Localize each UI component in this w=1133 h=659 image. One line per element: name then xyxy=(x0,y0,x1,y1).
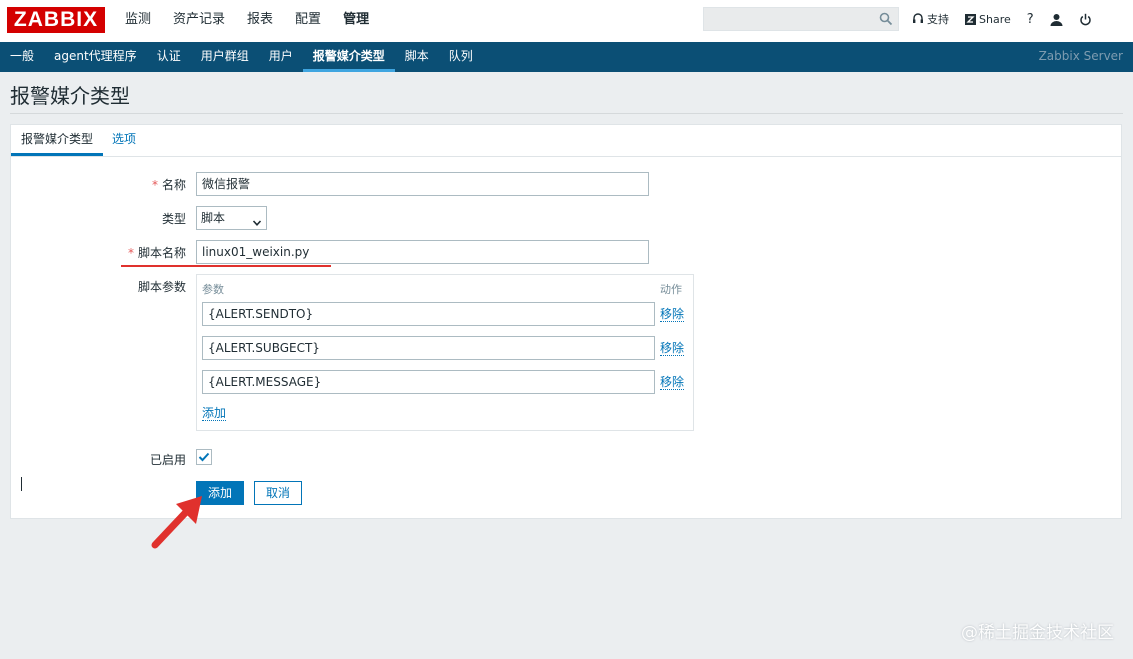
add-param-link[interactable]: 添加 xyxy=(202,406,227,421)
main-nav: 监测 资产记录 报表 配置 管理 xyxy=(114,0,380,42)
help-icon: ? xyxy=(1026,11,1034,27)
share-link[interactable]: Share xyxy=(965,13,1011,26)
param-remove-link[interactable]: 移除 xyxy=(660,375,685,390)
type-select[interactable]: 脚本 xyxy=(196,206,267,230)
support-label: 支持 xyxy=(927,13,949,26)
name-label-text: 名称 xyxy=(161,178,186,192)
zabbix-share-icon xyxy=(965,13,976,25)
script-name-label-text: 脚本名称 xyxy=(137,246,186,260)
required-marker: * xyxy=(151,178,158,192)
main-nav-configuration[interactable]: 配置 xyxy=(284,0,332,42)
text-cursor xyxy=(21,477,22,491)
required-marker: * xyxy=(127,246,134,260)
share-label: Share xyxy=(979,12,1011,26)
enabled-label: 已启用 xyxy=(149,453,186,467)
sub-nav-authentication[interactable]: 认证 xyxy=(147,42,191,72)
sub-nav-general[interactable]: 一般 xyxy=(0,42,44,72)
search-icon[interactable] xyxy=(879,12,893,29)
cancel-button[interactable]: 取消 xyxy=(254,481,302,505)
name-input[interactable]: 微信报警 xyxy=(196,172,649,196)
headset-icon xyxy=(912,13,924,25)
search-input[interactable] xyxy=(703,7,899,31)
tab-media-type[interactable]: 报警媒介类型 xyxy=(11,125,103,156)
page-title: 报警媒介类型 xyxy=(10,84,130,108)
power-icon xyxy=(1079,13,1092,26)
top-bar: ZABBIX 监测 资产记录 报表 配置 管理 支持 Share ? xyxy=(0,0,1133,43)
param-input[interactable]: {ALERT.SENDTO} xyxy=(202,302,655,326)
script-params-label: 脚本参数 xyxy=(137,280,186,294)
sub-nav-user-groups[interactable]: 用户群组 xyxy=(191,42,259,72)
script-params-table: 参数 动作 {ALERT.SENDTO} 移除 {ALERT.SUBGECT} … xyxy=(196,274,694,431)
sub-nav-queue[interactable]: 队列 xyxy=(439,42,483,72)
sub-nav-scripts[interactable]: 脚本 xyxy=(395,42,439,72)
sub-nav-users[interactable]: 用户 xyxy=(259,42,303,72)
server-name: Zabbix Server xyxy=(1038,49,1123,63)
param-input[interactable]: {ALERT.SUBGECT} xyxy=(202,336,655,360)
annotation-arrow-icon xyxy=(151,496,202,549)
sub-nav-media-types[interactable]: 报警媒介类型 xyxy=(302,42,395,72)
zabbix-logo[interactable]: ZABBIX xyxy=(7,7,105,33)
type-select-value: 脚本 xyxy=(201,211,226,225)
checkmark-icon xyxy=(198,452,210,462)
help-link[interactable]: ? xyxy=(1027,12,1034,27)
enabled-checkbox[interactable] xyxy=(196,449,212,465)
form-panel: 报警媒介类型 选项 * 名称 微信报警 类型 脚本 * 脚本名称 linux01_w… xyxy=(10,124,1122,519)
param-remove-link[interactable]: 移除 xyxy=(660,341,685,356)
sub-nav-proxies[interactable]: agent代理程序 xyxy=(44,42,147,72)
main-nav-monitoring[interactable]: 监测 xyxy=(114,0,162,42)
params-header-action: 动作 xyxy=(660,283,682,296)
support-link[interactable]: 支持 xyxy=(912,11,949,27)
param-remove-link[interactable]: 移除 xyxy=(660,307,685,322)
watermark: @稀土掘金技术社区 xyxy=(961,623,1114,643)
form-tabs: 报警媒介类型 选项 xyxy=(11,125,1121,157)
sign-out-link[interactable] xyxy=(1079,13,1092,26)
name-label: * 名称 xyxy=(111,176,186,193)
main-nav-reports[interactable]: 报表 xyxy=(236,0,284,42)
user-icon xyxy=(1050,13,1063,26)
sub-nav-bar: 一般 agent代理程序 认证 用户群组 用户 报警媒介类型 脚本 队列 Zab… xyxy=(0,42,1133,72)
main-nav-inventory[interactable]: 资产记录 xyxy=(162,0,236,42)
top-links: 支持 Share ? xyxy=(912,0,1108,38)
chevron-down-icon xyxy=(252,213,262,235)
script-name-label: * 脚本名称 xyxy=(111,244,186,261)
script-name-input[interactable]: linux01_weixin.py xyxy=(196,240,649,264)
annotation-underline xyxy=(121,265,331,267)
main-nav-administration[interactable]: 管理 xyxy=(332,0,380,42)
title-divider xyxy=(10,113,1123,114)
params-header-param: 参数 xyxy=(202,283,224,296)
user-profile-link[interactable] xyxy=(1050,13,1063,26)
type-label: 类型 xyxy=(161,212,186,226)
sub-nav: 一般 agent代理程序 认证 用户群组 用户 报警媒介类型 脚本 队列 xyxy=(0,42,483,72)
tab-options[interactable]: 选项 xyxy=(112,125,136,156)
param-input[interactable]: {ALERT.MESSAGE} xyxy=(202,370,655,394)
